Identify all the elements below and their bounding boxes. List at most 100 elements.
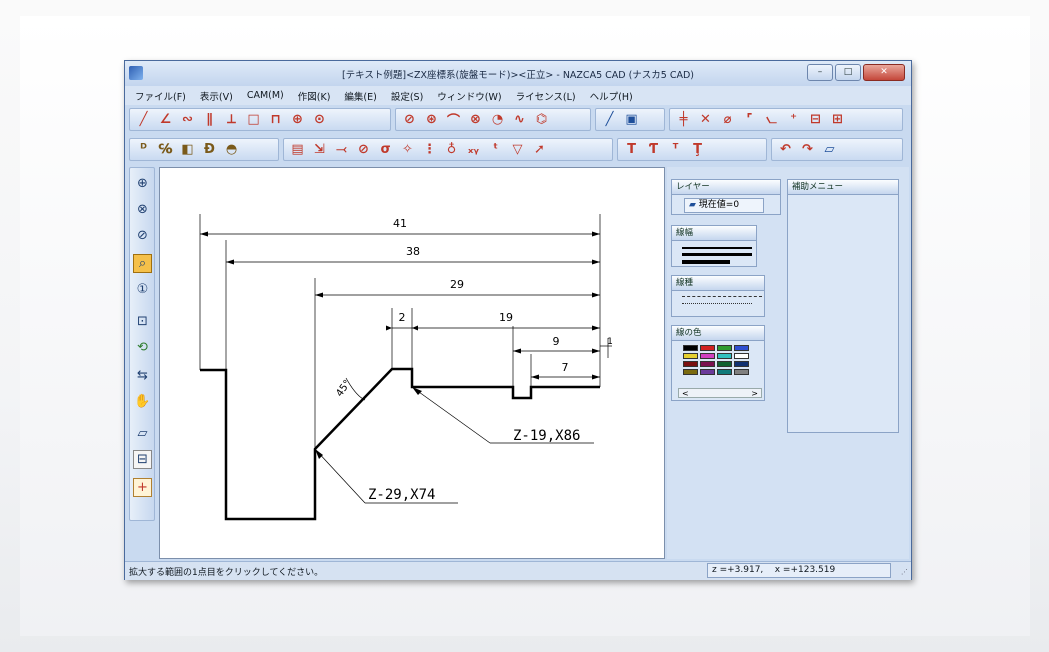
layer-edit-icon[interactable]: ▱	[820, 140, 839, 159]
tangent-icon[interactable]: ∾	[178, 110, 197, 129]
pan-center-icon[interactable]: ⊡	[133, 312, 152, 331]
layer-current-value: 現在値=0	[698, 200, 740, 210]
drawing-svg: 41 38 29 2 19 9 1 7 45° Z-19,X86 Z-29,X7…	[199, 214, 613, 521]
menu-bar: ファイル(F) 表示(V) CAM(M) 作図(K) 編集(E) 設定(S) ウ…	[125, 86, 911, 105]
line-icon[interactable]: ╱	[134, 110, 153, 129]
box-select-icon[interactable]: ▣	[622, 110, 641, 129]
arc-tangent-icon[interactable]: ⊗	[466, 110, 485, 129]
toolbar-undo: ↶ ↷ ▱	[771, 138, 903, 161]
layer-current-button[interactable]: ▰ 現在値=0	[684, 198, 764, 213]
title-bar[interactable]: [テキスト例題]<ZX座標系(旋盤モード)><正立> - NAZCA5 CAD …	[125, 61, 911, 86]
dim-19: 19	[499, 311, 513, 324]
text-2-icon[interactable]: Ƭ	[644, 140, 663, 159]
rc-corner-icon[interactable]: ⌜	[740, 110, 759, 129]
zoom-all-icon[interactable]: ⌕	[133, 254, 152, 273]
roughness-icon[interactable]: ▽	[508, 140, 527, 159]
layer-icon[interactable]: ▱	[133, 424, 152, 443]
symbol-icon[interactable]: ✧	[398, 140, 417, 159]
circle-offset-icon[interactable]: ⊛	[422, 110, 441, 129]
move-arrows-icon[interactable]: ⇆	[133, 366, 152, 385]
dim-1-icon[interactable]: ᴰ	[134, 140, 153, 159]
resize-grip-icon[interactable]: ⋰	[901, 568, 908, 576]
arrow-icon[interactable]: ➚	[530, 140, 549, 159]
polyline-icon[interactable]: ⌬	[532, 110, 551, 129]
dim-2-icon[interactable]: ℅	[156, 140, 175, 159]
dim-38: 38	[406, 245, 420, 258]
dim-angle-icon[interactable]: ⤙	[332, 140, 351, 159]
dim-4-icon[interactable]: Ð	[200, 140, 219, 159]
zoom-half-icon[interactable]: ⊘	[133, 226, 152, 245]
circle-3pt-icon[interactable]: ⊙	[310, 110, 329, 129]
scroll-left-arrow[interactable]: <	[682, 389, 689, 398]
dim-line-icon[interactable]: ⇲	[310, 140, 329, 159]
scroll-right-arrow[interactable]: >	[751, 389, 758, 398]
close-button[interactable]: ✕	[863, 64, 905, 81]
toolbar-dim-2: ▤ ⇲ ⤙ ⊘ σ ✧ ⋮ ♁ ₓᵧ ᵗ ▽ ➚	[283, 138, 613, 161]
polygon-icon[interactable]: ⊓	[266, 110, 285, 129]
menu-settings[interactable]: 設定(S)	[391, 89, 423, 103]
refresh-icon[interactable]: ⟲	[133, 338, 152, 357]
minimize-button[interactable]: –	[807, 64, 833, 81]
parallel-icon[interactable]: ∥	[200, 110, 219, 129]
zoom-window-icon[interactable]: ⊗	[133, 200, 152, 219]
menu-edit[interactable]: 編集(E)	[344, 89, 376, 103]
dim-diameter-icon[interactable]: σ	[376, 140, 395, 159]
arc-icon[interactable]: ⌒	[444, 110, 463, 129]
xy-icon[interactable]: ₓᵧ	[464, 140, 483, 159]
txy-icon[interactable]: ᵗ	[486, 140, 505, 159]
arc-3pt-icon[interactable]: ◔	[488, 110, 507, 129]
weld-icon[interactable]: ♁	[442, 140, 461, 159]
zoom-prev-icon[interactable]: ①	[133, 280, 152, 299]
chamfer-icon[interactable]: ⦦	[762, 110, 781, 129]
color-scrollbar[interactable]: < >	[678, 388, 762, 398]
line-type-panel: 線種	[671, 275, 765, 317]
hand-icon[interactable]: ✋	[133, 392, 152, 411]
zoom-in-icon[interactable]: ⊕	[133, 174, 152, 193]
toolbar-text: T Ƭ ᵀ Ţ	[617, 138, 767, 161]
rectangle-icon[interactable]: □	[244, 110, 263, 129]
dim-9: 9	[553, 335, 560, 348]
spline-icon[interactable]: ∿	[510, 110, 529, 129]
text-3-icon[interactable]: ᵀ	[666, 140, 685, 159]
circle-tangent-icon[interactable]: ⊘	[400, 110, 419, 129]
menu-view[interactable]: 表示(V)	[200, 89, 233, 103]
hatch-icon[interactable]: ▤	[288, 140, 307, 159]
line-width-swatches[interactable]	[682, 244, 752, 266]
redo-icon[interactable]: ↷	[798, 140, 817, 159]
thread-icon[interactable]: ⋮	[420, 140, 439, 159]
text-1-icon[interactable]: T	[622, 140, 641, 159]
toolbar-edit: ╪ ✕ ⌀ ⌜ ⦦ ⁺ ⊟ ⊞	[669, 108, 903, 131]
maximize-button[interactable]: □	[835, 64, 861, 81]
break-icon[interactable]: ⌀	[718, 110, 737, 129]
line-color-swatches[interactable]	[682, 344, 758, 376]
undo-icon[interactable]: ↶	[776, 140, 795, 159]
menu-window[interactable]: ウィンドウ(W)	[437, 89, 501, 103]
aux-menu-panel: 補助メニュー	[787, 179, 899, 433]
text-4-icon[interactable]: Ţ	[688, 140, 707, 159]
menu-help[interactable]: ヘルプ(H)	[590, 89, 633, 103]
line-select-icon[interactable]: ╱	[600, 110, 619, 129]
dim-29: 29	[450, 278, 464, 291]
dim-radius-icon[interactable]: ⊘	[354, 140, 373, 159]
layer-panel-title: レイヤー	[672, 180, 780, 195]
trim-icon[interactable]: ╪	[674, 110, 693, 129]
menu-cam[interactable]: CAM(M)	[247, 90, 284, 101]
delete-icon[interactable]: ✕	[696, 110, 715, 129]
toolbar-draw-2: ⊘ ⊛ ⌒ ⊗ ◔ ∿ ⌬	[395, 108, 591, 131]
menu-file[interactable]: ファイル(F)	[135, 89, 186, 103]
drawing-canvas[interactable]: 41 38 29 2 19 9 1 7 45° Z-19,X86 Z-29,X7…	[159, 167, 665, 559]
print-icon[interactable]: ⊟	[133, 450, 152, 469]
angle-line-icon[interactable]: ∠	[156, 110, 175, 129]
dim-3-icon[interactable]: ◧	[178, 140, 197, 159]
add-icon[interactable]: +	[133, 478, 152, 497]
dim-5-icon[interactable]: ◓	[222, 140, 241, 159]
measure-a-icon[interactable]: ⊟	[806, 110, 825, 129]
status-message: 拡大する範囲の1点目をクリックしてください。	[129, 568, 324, 578]
line-type-swatches[interactable]	[682, 296, 762, 314]
circle-center-icon[interactable]: ⊕	[288, 110, 307, 129]
menu-draw[interactable]: 作図(K)	[298, 89, 331, 103]
menu-license[interactable]: ライセンス(L)	[516, 89, 576, 103]
measure-b-icon[interactable]: ⊞	[828, 110, 847, 129]
perpendicular-icon[interactable]: ⟂	[222, 110, 241, 129]
point-icon[interactable]: ⁺	[784, 110, 803, 129]
